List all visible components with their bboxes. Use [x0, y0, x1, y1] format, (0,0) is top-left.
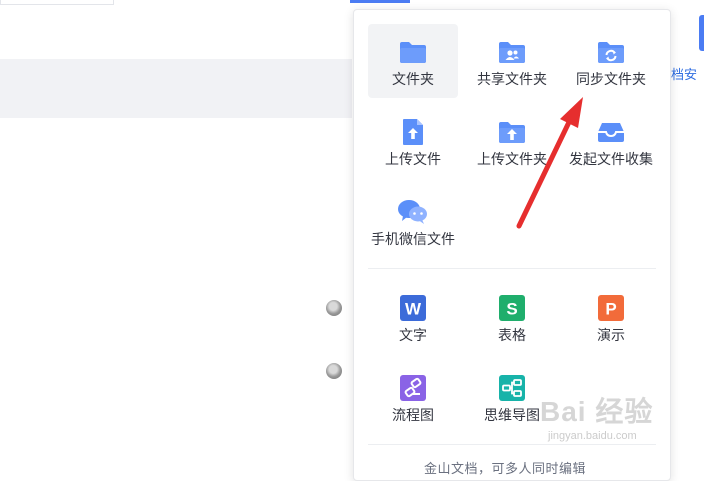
menu-item-label: 表格	[498, 327, 526, 343]
menu-item-sync-folder[interactable]: 同步文件夹	[566, 24, 656, 98]
sync-folder-icon	[595, 38, 627, 66]
shared-folder-icon	[496, 38, 528, 66]
avatar	[326, 300, 342, 316]
spreadsheet-icon: S	[496, 294, 528, 322]
right-partial-text[interactable]: 档安	[671, 64, 697, 83]
top-left-box	[0, 0, 114, 5]
menu-item-label: 上传文件夹	[477, 151, 547, 167]
menu-item-label: 上传文件	[385, 151, 441, 167]
menu-item-spreadsheet[interactable]: S 表格	[467, 280, 557, 354]
folder-icon	[397, 38, 429, 66]
mindmap-icon	[496, 374, 528, 402]
menu-item-file-collect[interactable]: 发起文件收集	[566, 104, 656, 178]
watermark-main: Bai 经验	[540, 396, 654, 427]
presentation-icon: P	[595, 294, 627, 322]
menu-item-label: 思维导图	[484, 407, 540, 423]
menu-footer-text: 金山文档，可多人同时编辑	[424, 461, 587, 476]
avatar	[326, 363, 342, 379]
menu-item-wechat-files[interactable]: 手机微信文件	[368, 184, 458, 258]
menu-item-label: 文件夹	[392, 71, 434, 87]
menu-item-writer-doc[interactable]: W 文字	[368, 280, 458, 354]
svg-text:W: W	[405, 300, 422, 319]
menu-item-flowchart[interactable]: 流程图	[368, 360, 458, 434]
wechat-icon	[397, 198, 429, 226]
menu-item-label: 共享文件夹	[477, 71, 547, 87]
svg-text:S: S	[506, 300, 517, 319]
upload-file-icon	[397, 118, 429, 146]
menu-item-shared-folder[interactable]: 共享文件夹	[467, 24, 557, 98]
writer-doc-icon: W	[397, 294, 429, 322]
menu-item-folder[interactable]: 文件夹	[368, 24, 458, 98]
menu-item-upload-file[interactable]: 上传文件	[368, 104, 458, 178]
flowchart-icon	[397, 374, 429, 402]
menu-item-label: 同步文件夹	[576, 71, 646, 87]
menu-item-label: 流程图	[392, 407, 434, 423]
menu-item-label: 手机微信文件	[371, 231, 455, 247]
watermark: Bai 经验 jingyan.baidu.com	[540, 390, 700, 450]
menu-item-label: 文字	[399, 327, 427, 343]
watermark-sub: jingyan.baidu.com	[548, 430, 637, 442]
menu-item-label: 演示	[597, 327, 625, 343]
top-blue-strip	[350, 0, 410, 3]
svg-text:P: P	[605, 300, 616, 319]
menu-item-presentation[interactable]: P 演示	[566, 280, 656, 354]
menu-divider	[368, 268, 656, 269]
new-button-edge[interactable]	[699, 15, 704, 51]
upload-folder-icon	[496, 118, 528, 146]
menu-item-label: 发起文件收集	[569, 151, 653, 167]
file-collect-icon	[595, 118, 627, 146]
menu-item-upload-folder[interactable]: 上传文件夹	[467, 104, 557, 178]
toolbar-band	[0, 59, 352, 118]
